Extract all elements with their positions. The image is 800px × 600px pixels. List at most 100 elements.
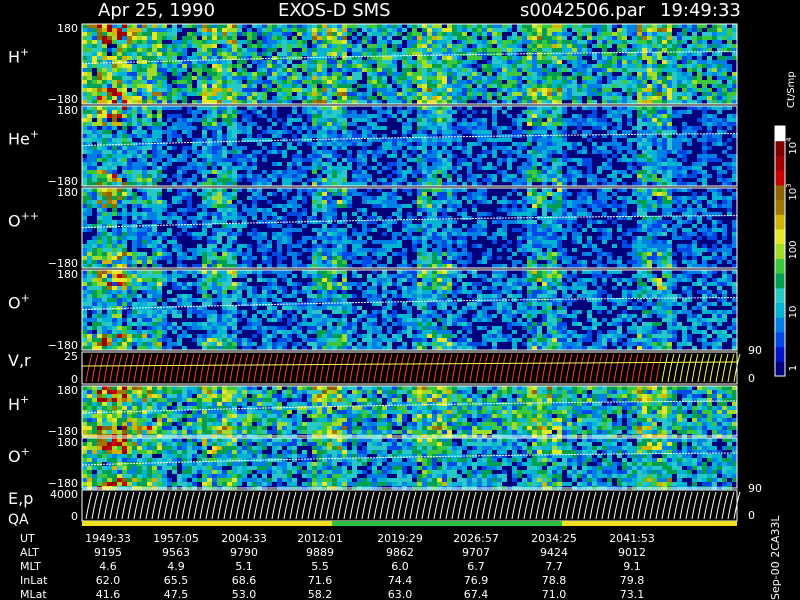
heat-cell: [472, 72, 477, 76]
heat-cell: [142, 232, 147, 236]
heat-cell: [457, 126, 462, 130]
heat-cell: [97, 236, 102, 240]
heat-cell: [572, 114, 577, 118]
heat-cell: [162, 80, 167, 84]
heat-cell: [497, 88, 502, 92]
heat-cell: [272, 224, 277, 228]
heat-cell: [122, 264, 127, 268]
heat-cell: [122, 138, 127, 142]
heat-cell: [492, 76, 497, 80]
heat-cell: [312, 28, 317, 32]
heat-cell: [147, 88, 152, 92]
heat-cell: [192, 110, 197, 114]
heat-cell: [647, 28, 652, 32]
heat-cell: [727, 114, 732, 118]
heat-cell: [457, 48, 462, 52]
heat-cell: [727, 64, 732, 68]
heat-cell: [467, 52, 472, 56]
heat-cell: [392, 100, 397, 104]
heat-cell: [112, 204, 117, 208]
heat-cell: [572, 142, 577, 146]
heat-cell: [272, 146, 277, 150]
heat-cell: [627, 106, 632, 110]
heat-cell: [587, 68, 592, 72]
heat-cell: [322, 252, 327, 256]
heat-cell: [197, 80, 202, 84]
heat-cell: [692, 174, 697, 178]
heat-cell: [612, 178, 617, 182]
heat-cell: [692, 162, 697, 166]
heat-cell: [452, 24, 457, 28]
heat-cell: [462, 28, 467, 32]
heat-cell: [347, 40, 352, 44]
heat-cell: [342, 126, 347, 130]
heat-cell: [262, 72, 267, 76]
heat-cell: [137, 84, 142, 88]
heat-cell: [437, 166, 442, 170]
heat-cell: [302, 264, 307, 268]
heat-cell: [537, 142, 542, 146]
heat-cell: [292, 44, 297, 48]
heat-cell: [102, 248, 107, 252]
heat-cell: [657, 166, 662, 170]
heat-cell: [207, 24, 212, 28]
heat-cell: [427, 100, 432, 104]
heat-cell: [327, 182, 332, 186]
heat-cell: [362, 162, 367, 166]
heat-cell: [372, 88, 377, 92]
heat-cell: [662, 142, 667, 146]
heat-cell: [217, 84, 222, 88]
heat-cell: [297, 170, 302, 174]
heat-cell: [467, 166, 472, 170]
heat-cell: [652, 76, 657, 80]
heat-cell: [602, 182, 607, 186]
heat-cell: [127, 228, 132, 232]
heat-cell: [432, 138, 437, 142]
heat-cell: [112, 188, 117, 192]
heat-cell: [417, 170, 422, 174]
heat-cell: [292, 28, 297, 32]
heat-cell: [307, 32, 312, 36]
heat-cell: [672, 72, 677, 76]
heat-cell: [92, 36, 97, 40]
heat-cell: [112, 260, 117, 264]
heat-cell: [547, 134, 552, 138]
panel-charge-sup: +: [30, 127, 39, 140]
heat-cell: [142, 244, 147, 248]
heat-cell: [552, 126, 557, 130]
heat-cell: [582, 118, 587, 122]
heat-cell: [582, 122, 587, 126]
heat-cell: [492, 68, 497, 72]
heat-cell: [587, 122, 592, 126]
heat-cell: [112, 208, 117, 212]
heat-cell: [187, 40, 192, 44]
heat-cell: [262, 106, 267, 110]
heat-cell: [257, 24, 262, 28]
heat-cell: [627, 60, 632, 64]
heat-cell: [437, 182, 442, 186]
heat-cell: [82, 146, 87, 150]
heat-cell: [237, 68, 242, 72]
heat-cell: [732, 56, 737, 60]
heat-cell: [362, 114, 367, 118]
heat-cell: [647, 106, 652, 110]
heat-cell: [412, 150, 417, 154]
heat-cell: [622, 170, 627, 174]
heat-cell: [182, 196, 187, 200]
heat-cell: [247, 260, 252, 264]
heat-cell: [127, 72, 132, 76]
heat-cell: [527, 100, 532, 104]
heat-cell: [362, 134, 367, 138]
heat-cell: [112, 92, 117, 96]
heat-cell: [277, 130, 282, 134]
heat-cell: [662, 150, 667, 154]
heat-cell: [567, 32, 572, 36]
heat-cell: [657, 142, 662, 146]
heat-cell: [572, 48, 577, 52]
heat-cell: [687, 138, 692, 142]
heat-cell: [637, 40, 642, 44]
heat-cell: [177, 232, 182, 236]
heat-cell: [482, 76, 487, 80]
heat-cell: [562, 92, 567, 96]
heat-cell: [322, 264, 327, 268]
